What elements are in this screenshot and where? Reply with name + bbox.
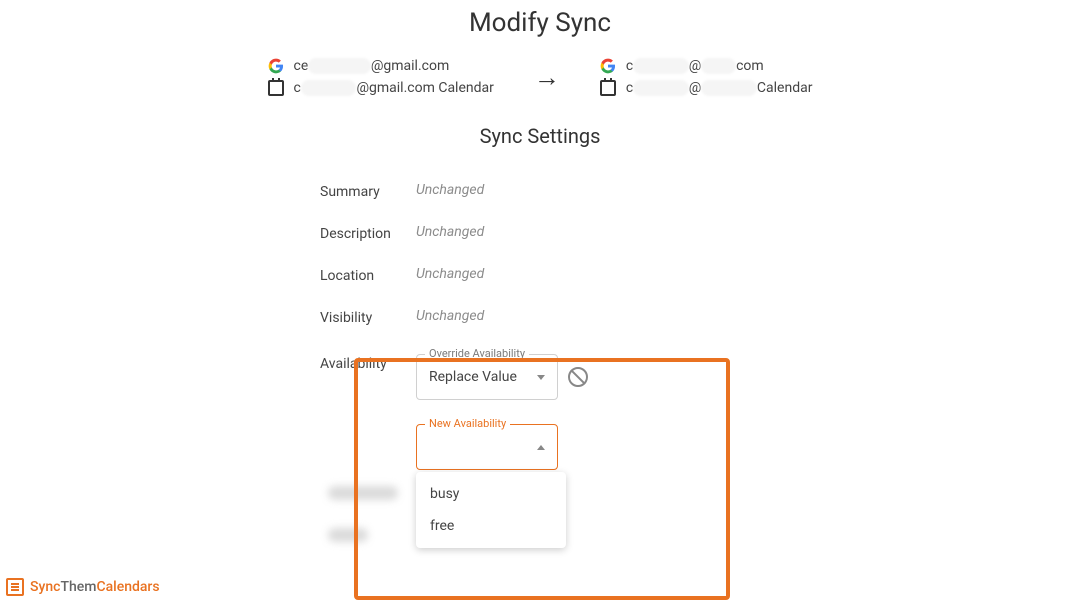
option-busy[interactable]: busy (416, 478, 566, 510)
setting-availability: Availability Override Availability Repla… (320, 348, 760, 472)
settings-list: Summary Unchanged Description Unchanged … (320, 180, 760, 568)
new-availability-dropdown[interactable]: New Availability (416, 424, 558, 470)
new-availability-options: busy free (416, 472, 566, 548)
calendar-icon (268, 80, 284, 96)
dest-email-line: cxxxxxxxx@xxxxxcom (600, 58, 813, 74)
setting-value: Unchanged (416, 308, 484, 324)
arrow-right-icon: → (514, 62, 580, 93)
setting-value: Unchanged (416, 224, 484, 240)
dest-account: cxxxxxxxx@xxxxxcom cxxxxxxxx@xxxxxxxxCal… (600, 58, 813, 96)
google-icon (600, 58, 616, 74)
source-email-line: cexxxxxxxxx@gmail.com (268, 58, 494, 74)
override-availability-dropdown[interactable]: Override Availability Replace Value (416, 354, 558, 400)
source-account: cexxxxxxxxx@gmail.com cxxxxxxxx@gmail.co… (268, 58, 494, 96)
chevron-down-icon (537, 375, 545, 380)
setting-value: Unchanged (416, 266, 484, 282)
prohibit-icon[interactable] (568, 367, 588, 387)
dropdown-float-label: Override Availability (425, 347, 529, 360)
calendar-brand-icon (6, 578, 24, 596)
option-free[interactable]: free (416, 510, 566, 542)
setting-location: Location Unchanged (320, 264, 760, 306)
setting-label: Description (320, 224, 416, 242)
chevron-up-icon (537, 445, 545, 450)
dropdown-float-label: New Availability (425, 417, 510, 430)
accounts-row: cexxxxxxxxx@gmail.com cxxxxxxxx@gmail.co… (0, 58, 1080, 96)
setting-label: Summary (320, 182, 416, 200)
dest-calendar-text: cxxxxxxxx@xxxxxxxxCalendar (626, 80, 813, 96)
brand-text: SyncThemCalendars (30, 579, 160, 595)
dropdown-selected-text: Replace Value (429, 369, 537, 385)
dest-email-text: cxxxxxxxx@xxxxxcom (626, 58, 764, 74)
page-title: Modify Sync (0, 8, 1080, 38)
brand-logo: SyncThemCalendars (6, 578, 160, 596)
source-email-text: cexxxxxxxxx@gmail.com (294, 58, 450, 74)
setting-visibility: Visibility Unchanged (320, 306, 760, 348)
google-icon (268, 58, 284, 74)
setting-value: Unchanged (416, 182, 484, 198)
setting-label: Visibility (320, 308, 416, 326)
section-title: Sync Settings (0, 124, 1080, 148)
dest-calendar-line: cxxxxxxxx@xxxxxxxxCalendar (600, 80, 813, 96)
source-calendar-text: cxxxxxxxx@gmail.com Calendar (294, 80, 494, 96)
setting-label: Availability (320, 354, 416, 372)
setting-description: Description Unchanged (320, 222, 760, 264)
calendar-icon (600, 80, 616, 96)
setting-label: Location (320, 266, 416, 284)
setting-summary: Summary Unchanged (320, 180, 760, 222)
source-calendar-line: cxxxxxxxx@gmail.com Calendar (268, 80, 494, 96)
